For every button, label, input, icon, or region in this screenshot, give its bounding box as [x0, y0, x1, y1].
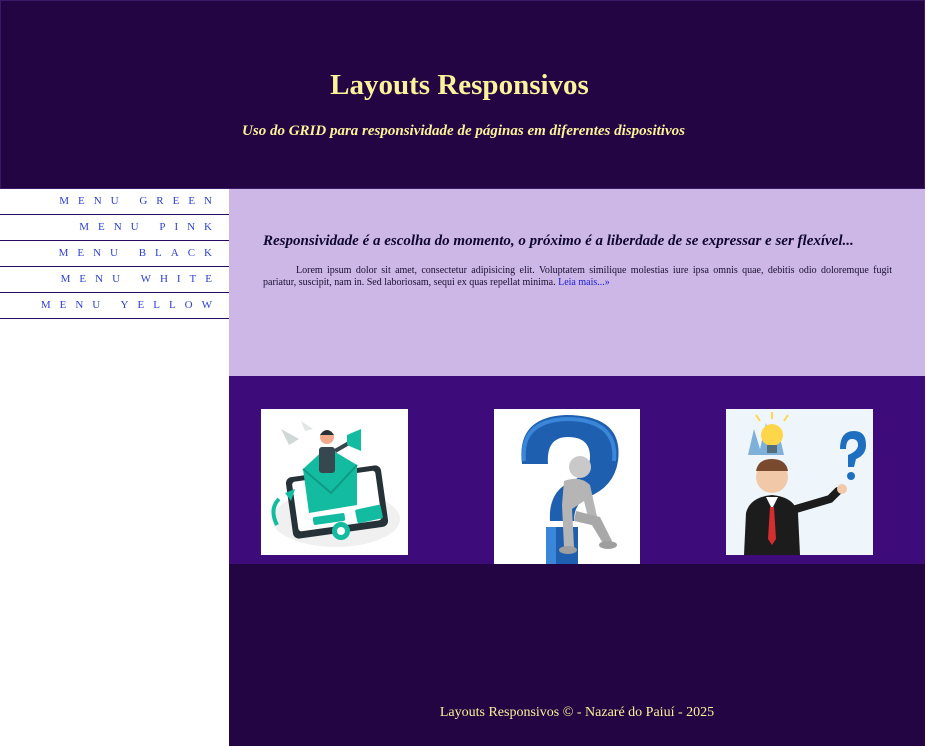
- menu-item-black[interactable]: Menu Black: [0, 241, 229, 267]
- content-body: Lorem ipsum dolor sit amet, consectetur …: [263, 265, 892, 289]
- marketing-illustration: [271, 421, 400, 547]
- site-header: Layouts Responsivos Uso do GRID para res…: [0, 0, 925, 189]
- main-content: Responsividade é a escolha do momento, o…: [229, 189, 925, 376]
- thinking-businessman: [726, 409, 873, 555]
- thinking-businessman-image: [726, 409, 873, 555]
- question-mark-image: [494, 409, 640, 564]
- question-mark-figure: [521, 415, 619, 564]
- site-title: Layouts Responsivos: [1, 69, 926, 102]
- image-gallery: [229, 376, 925, 564]
- sidebar-menu: Menu Green Menu Pink Menu Black Menu Whi…: [0, 189, 229, 746]
- site-title-text: Layouts Responsivos: [330, 69, 589, 101]
- menu-item-green[interactable]: Menu Green: [0, 189, 229, 215]
- page: Layouts Responsivos Uso do GRID para res…: [0, 0, 927, 746]
- site-subtitle: Uso do GRID para responsividade de págin…: [242, 123, 685, 139]
- content-heading: Responsividade é a escolha do momento, o…: [263, 233, 854, 249]
- menu-item-white[interactable]: Menu White: [0, 267, 229, 293]
- footer-text: Layouts Responsivos © - Nazaré do Paiuí …: [439, 705, 715, 720]
- menu-item-yellow[interactable]: Menu Yellow: [0, 293, 229, 319]
- marketing-illustration-image: [261, 409, 408, 555]
- site-footer: Layouts Responsivos © - Nazaré do Paiuí …: [229, 564, 925, 746]
- read-more-link[interactable]: Leia mais...»: [558, 277, 610, 288]
- menu-item-pink[interactable]: Menu Pink: [0, 215, 229, 241]
